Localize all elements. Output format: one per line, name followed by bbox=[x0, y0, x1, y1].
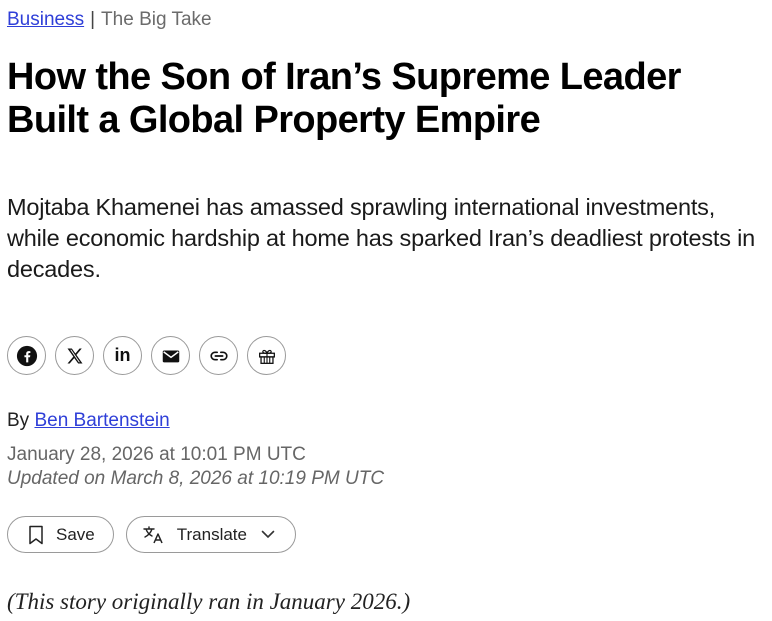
share-facebook-button[interactable] bbox=[7, 336, 46, 375]
gift-icon bbox=[258, 349, 275, 364]
share-toolbar: in bbox=[7, 336, 286, 375]
byline: By Ben Bartenstein bbox=[7, 409, 170, 433]
article-actions: Save Translate bbox=[7, 516, 296, 553]
article-dek: Mojtaba Khamenei has amassed sprawling i… bbox=[7, 194, 756, 282]
breadcrumb-business-link[interactable]: Business bbox=[7, 9, 84, 30]
chevron-down-icon bbox=[261, 530, 275, 539]
gift-article-button[interactable] bbox=[247, 336, 286, 375]
updated-date: Updated on March 8, 2026 at 10:19 PM UTC bbox=[7, 468, 385, 489]
breadcrumb: Business | The Big Take bbox=[7, 8, 212, 32]
save-label: Save bbox=[56, 524, 95, 544]
publish-date: January 28, 2026 at 10:01 PM UTC bbox=[7, 444, 306, 465]
translate-label: Translate bbox=[176, 524, 247, 544]
x-icon bbox=[67, 348, 82, 363]
share-x-button[interactable] bbox=[55, 336, 94, 375]
article-headline: How the Son of Iran’s Supreme Leader Bui… bbox=[7, 56, 681, 141]
translate-button[interactable]: Translate bbox=[125, 516, 296, 553]
byline-prefix: By bbox=[7, 410, 30, 431]
email-icon bbox=[162, 350, 179, 362]
save-button[interactable]: Save bbox=[7, 516, 114, 553]
linkedin-icon: in bbox=[114, 345, 131, 365]
link-icon bbox=[209, 351, 228, 360]
facebook-icon bbox=[16, 345, 37, 366]
translate-icon bbox=[143, 525, 165, 545]
copy-link-button[interactable] bbox=[199, 336, 238, 375]
breadcrumb-series: The Big Take bbox=[101, 9, 212, 30]
breadcrumb-separator: | bbox=[90, 9, 96, 30]
share-email-button[interactable] bbox=[151, 336, 190, 375]
share-linkedin-button[interactable]: in bbox=[103, 336, 142, 375]
bookmark-icon bbox=[28, 525, 44, 545]
author-link[interactable]: Ben Bartenstein bbox=[34, 410, 169, 431]
story-note: (This story originally ran in January 20… bbox=[7, 589, 411, 614]
